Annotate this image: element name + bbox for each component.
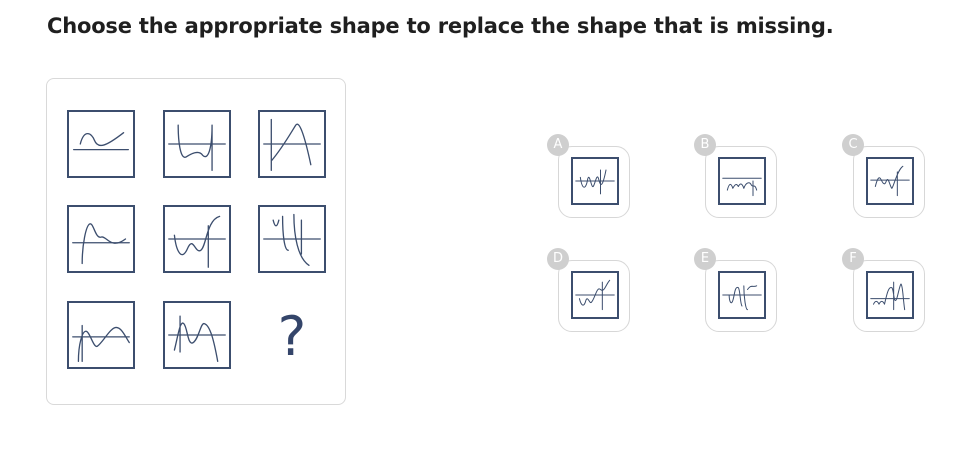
option-f-badge: F [842,248,864,270]
option-a-badge: A [547,134,569,156]
option-a-shape [571,157,619,205]
option-e-badge: E [694,248,716,270]
option-c-card[interactable] [853,146,925,218]
missing-shape-question-mark: ? [277,305,307,368]
option-b-shape [718,157,766,205]
matrix-cell-3-1 [67,301,135,369]
option-c-badge: C [842,134,864,156]
option-b-card[interactable] [705,146,777,218]
option-f-card[interactable] [853,260,925,332]
option-f-shape [866,271,914,319]
option-d-shape [571,271,619,319]
option-d-card[interactable] [558,260,630,332]
question-text: Choose the appropriate shape to replace … [47,14,834,38]
matrix-cell-1-2 [163,110,231,178]
option-c-shape [866,157,914,205]
matrix-cell-1-1 [67,110,135,178]
matrix-cell-2-2 [163,205,231,273]
matrix-cell-2-3 [258,205,326,273]
option-e-card[interactable] [705,260,777,332]
matrix-cell-2-1 [67,205,135,273]
matrix-cell-3-2 [163,301,231,369]
matrix-cell-1-3 [258,110,326,178]
option-d-badge: D [547,248,569,270]
option-b-badge: B [694,134,716,156]
option-e-shape [718,271,766,319]
option-a-card[interactable] [558,146,630,218]
